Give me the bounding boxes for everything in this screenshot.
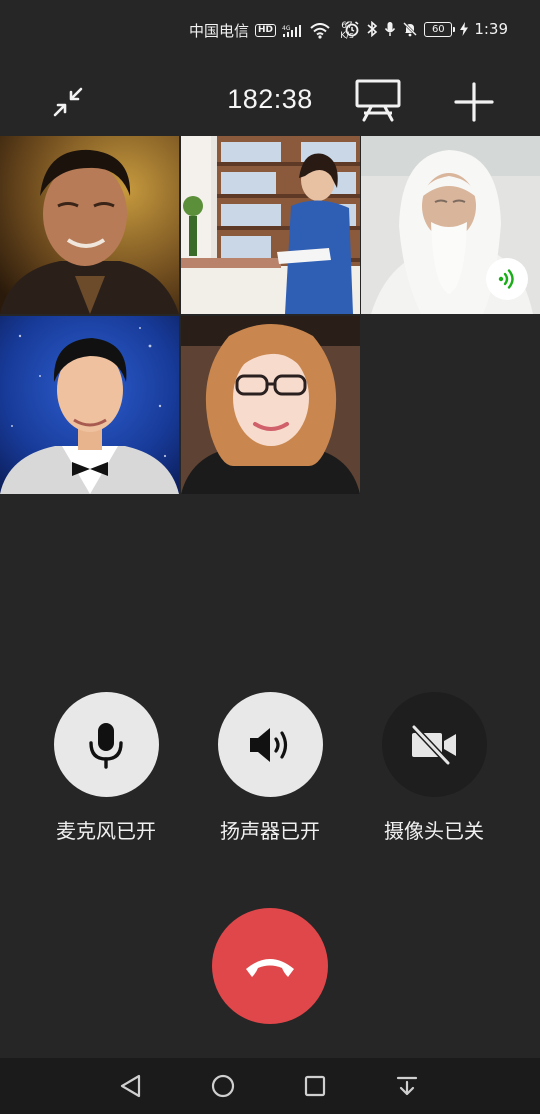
- status-bar: 中国电信 HD 4G 67 K/s 60 1:39: [0, 0, 540, 62]
- mic-toggle-button[interactable]: [53, 692, 159, 797]
- signal-icon: 4G: [282, 24, 304, 38]
- mic-status-icon: [384, 21, 396, 37]
- add-participant-button[interactable]: [454, 82, 494, 122]
- participant-video-3[interactable]: [361, 136, 540, 314]
- system-nav-bar: [0, 1058, 540, 1114]
- nav-back-button[interactable]: [117, 1072, 145, 1100]
- camera-off-icon: [411, 723, 456, 766]
- speaking-indicator: [486, 258, 528, 300]
- call-duration: 182:38: [227, 84, 313, 114]
- nav-notification-button[interactable]: [393, 1072, 421, 1100]
- screen-share-button[interactable]: [354, 78, 402, 122]
- camera-label: 摄像头已关: [384, 819, 484, 843]
- mic-label: 麦克风已开: [56, 819, 156, 843]
- notification-pull-icon: [396, 1076, 418, 1096]
- network-type: 4G: [282, 25, 291, 32]
- participant-video-1[interactable]: [0, 136, 179, 314]
- participant-avatar-2: [181, 136, 360, 314]
- nav-home-button[interactable]: [209, 1072, 237, 1100]
- hd-badge: HD: [255, 24, 277, 37]
- hang-up-button[interactable]: [212, 908, 328, 1024]
- carrier-name: 中国电信: [189, 22, 250, 40]
- call-header: 182:38: [0, 74, 540, 130]
- speaker-label: 扬声器已开: [220, 819, 320, 843]
- screen-share-icon: [355, 79, 401, 122]
- participant-video-5[interactable]: [181, 316, 360, 494]
- bluetooth-icon: [366, 21, 378, 37]
- speaker-icon: [250, 727, 288, 762]
- camera-toggle-button[interactable]: [381, 692, 487, 797]
- hang-up-icon: [246, 959, 294, 977]
- call-screen: 中国电信 HD 4G 67 K/s 60 1:39 182:38 麦克风已开 扬…: [0, 0, 540, 1114]
- mute-icon: [402, 21, 418, 37]
- back-icon: [120, 1074, 141, 1098]
- status-right: 60 1:39: [344, 20, 508, 38]
- participant-avatar-4: [0, 316, 179, 494]
- participant-video-4[interactable]: [0, 316, 179, 494]
- speaker-control: 扬声器已开: [195, 692, 345, 844]
- participant-avatar-1: [0, 136, 179, 314]
- participant-video-2[interactable]: [181, 136, 360, 314]
- minimize-icon: [53, 87, 83, 117]
- mic-control: 麦克风已开: [31, 692, 181, 844]
- recent-apps-icon: [304, 1075, 326, 1097]
- minimize-button[interactable]: [50, 84, 86, 120]
- status-left: 中国电信 HD 4G 67 K/s: [189, 20, 358, 41]
- call-controls: 麦克风已开 扬声器已开 摄像头已关: [0, 692, 540, 852]
- camera-control: 摄像头已关: [359, 692, 509, 844]
- charging-icon: [460, 22, 469, 36]
- video-grid: [0, 136, 540, 496]
- speaker-toggle-button[interactable]: [217, 692, 323, 797]
- participant-avatar-5: [181, 316, 360, 494]
- alarm-icon: [344, 21, 360, 37]
- add-participant-icon: [454, 82, 494, 122]
- microphone-icon: [89, 722, 123, 769]
- battery-icon: 60: [424, 21, 456, 37]
- wifi-icon: [310, 22, 330, 39]
- home-icon: [211, 1074, 235, 1098]
- status-time: 1:39: [474, 20, 508, 38]
- speaking-icon: [498, 269, 514, 289]
- nav-recent-button[interactable]: [301, 1072, 329, 1100]
